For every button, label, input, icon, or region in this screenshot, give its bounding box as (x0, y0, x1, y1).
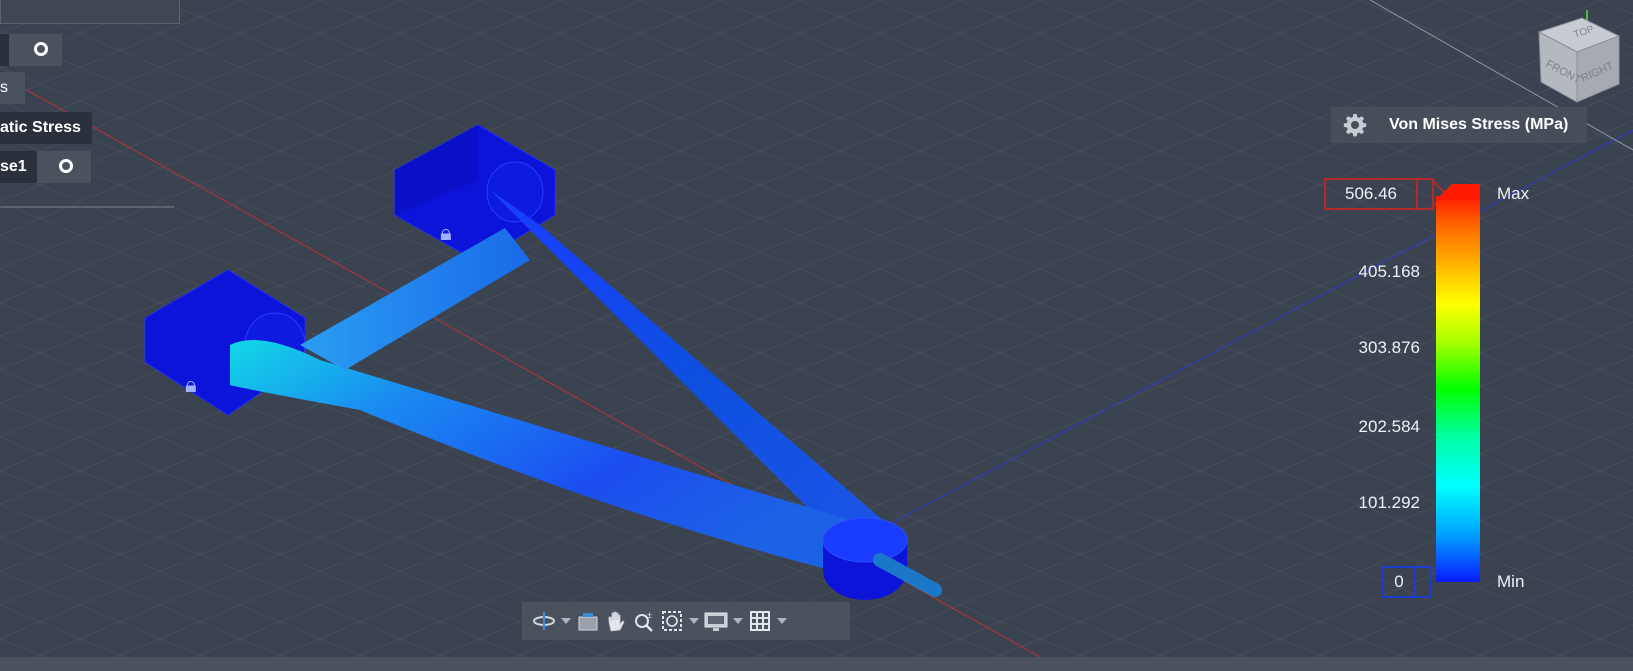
grid-dropdown[interactable] (774, 607, 790, 635)
browser-row-loadcase[interactable]: se1 (0, 151, 91, 183)
look-at-icon[interactable] (574, 607, 602, 635)
pan-icon[interactable] (602, 607, 630, 635)
orbit-dropdown[interactable] (558, 607, 574, 635)
status-bar (0, 657, 1633, 671)
visibility-radio[interactable] (34, 42, 48, 56)
orbit-icon[interactable] (530, 607, 558, 635)
gear-icon[interactable] (1341, 111, 1369, 139)
browser-row-label: s (0, 79, 8, 96)
max-label: Max (1497, 184, 1530, 203)
browser-search-box[interactable] (0, 0, 180, 24)
min-label: Min (1497, 572, 1525, 591)
svg-text:±: ± (647, 610, 652, 620)
min-value-box[interactable]: 0 (1382, 566, 1416, 598)
legend-header: Von Mises Stress (MPa) (1331, 107, 1587, 143)
colorbar-cap (1436, 184, 1480, 200)
zoom-dropdown[interactable] (686, 607, 702, 635)
browser-row-setups[interactable]: s (0, 72, 25, 104)
legend-tick: 101.292 (1358, 493, 1420, 512)
legend-title: Von Mises Stress (MPa) (1389, 116, 1569, 133)
view-cube[interactable]: TOP FRONT RIGHT (1527, 8, 1627, 108)
legend-tick: 303.876 (1358, 338, 1420, 357)
grid-settings-icon[interactable] (746, 607, 774, 635)
zoom-icon[interactable]: ± (630, 607, 658, 635)
model-scene: 🔒︎ 🔒︎ (0, 0, 1633, 657)
loadcase-name: se1 (0, 158, 27, 175)
stress-color-bar (1436, 196, 1480, 582)
svg-text:🔒︎: 🔒︎ (185, 373, 197, 398)
legend-tick: 405.168 (1358, 262, 1420, 281)
study-name: atic Stress (0, 119, 81, 136)
legend-tick: 202.584 (1358, 417, 1420, 436)
min-value-tab[interactable] (1416, 566, 1432, 598)
zoom-window-icon[interactable] (658, 607, 686, 635)
browser-row-static-stress[interactable]: atic Stress (0, 112, 92, 144)
display-settings-icon[interactable] (702, 607, 730, 635)
max-value-box[interactable]: 506.46 (1324, 178, 1418, 210)
navigation-toolbar: ± (522, 602, 850, 640)
svg-text:🔒︎: 🔒︎ (440, 221, 452, 246)
browser-separator (0, 206, 174, 208)
display-dropdown[interactable] (730, 607, 746, 635)
3d-viewport[interactable]: 🔒︎ 🔒︎ (0, 0, 1633, 657)
browser-row-analysis[interactable] (0, 34, 62, 66)
loadcase-radio[interactable] (59, 159, 73, 173)
